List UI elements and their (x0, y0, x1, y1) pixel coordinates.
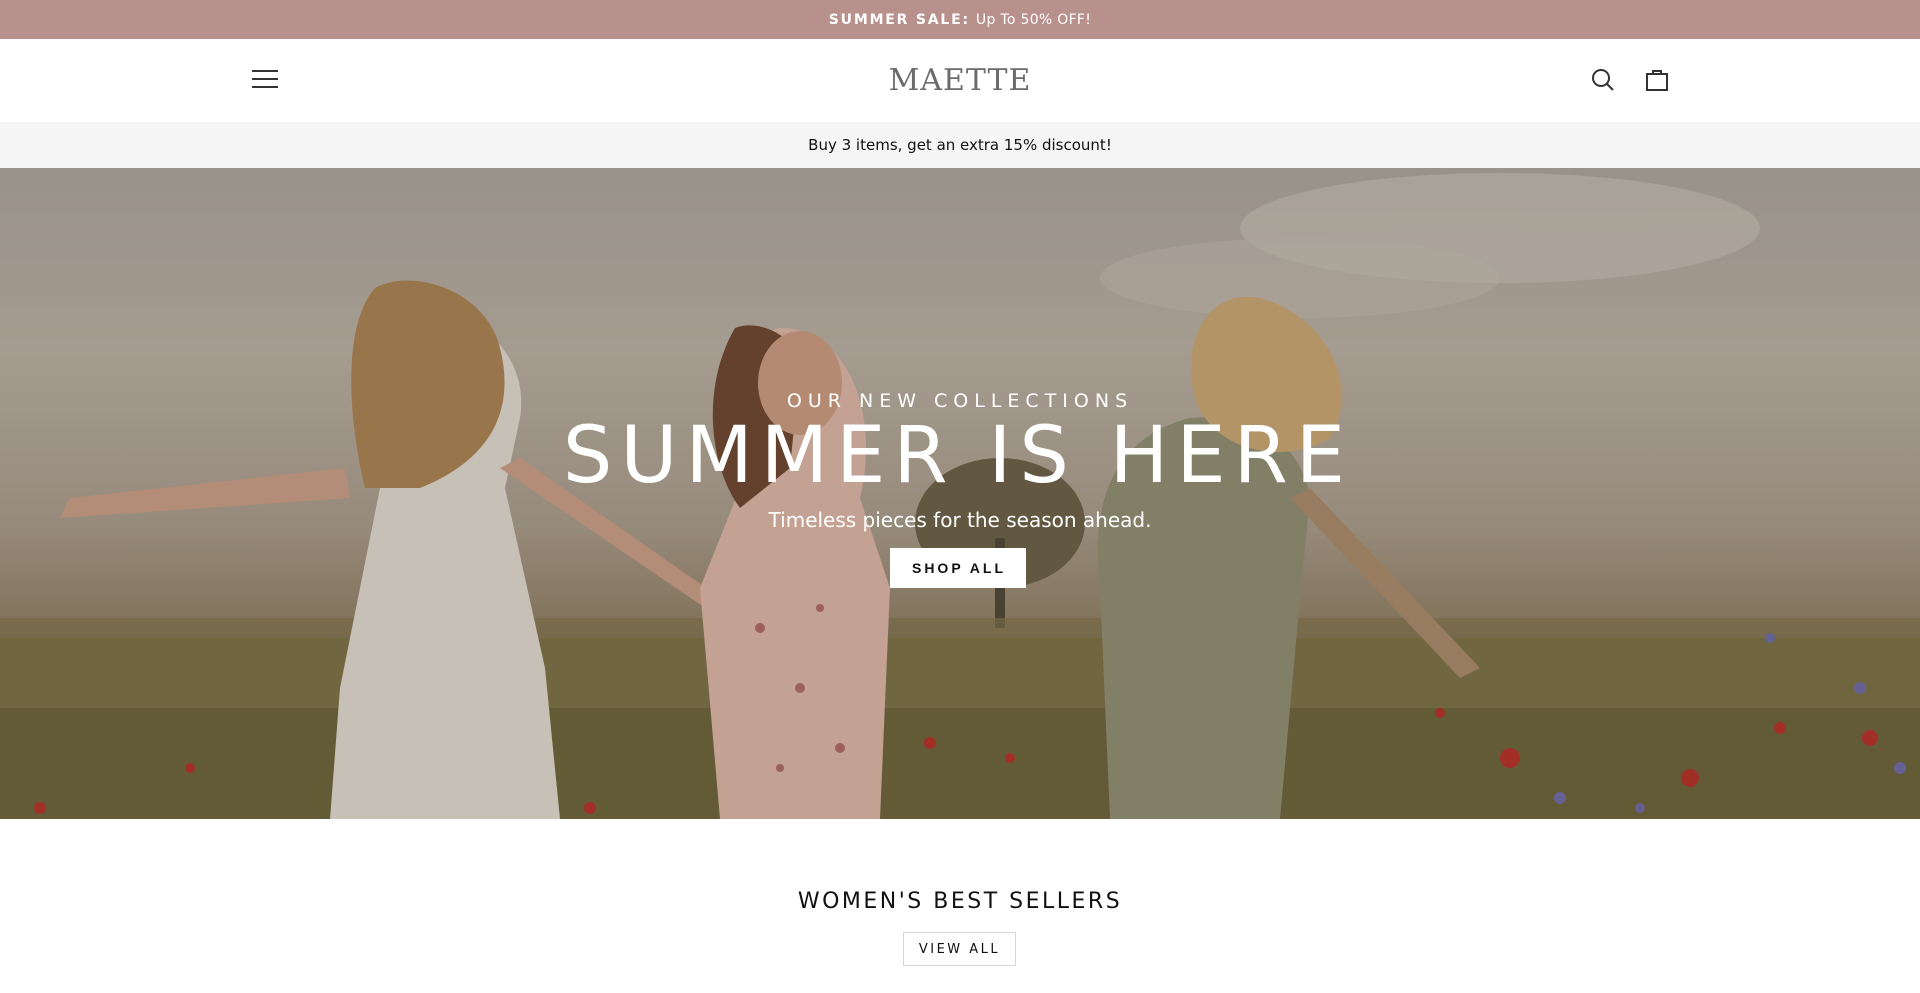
view-all-button[interactable]: VIEW ALL (903, 932, 1016, 966)
hero-subtitle: Timeless pieces for the season ahead. (768, 507, 1152, 532)
announcement-bar[interactable]: SUMMER SALE: Up To 50% OFF! (0, 0, 1920, 39)
promo-text: Buy 3 items, get an extra 15% discount! (808, 136, 1112, 154)
site-header: MAETTE (0, 39, 1920, 122)
search-icon[interactable] (1590, 63, 1616, 97)
promo-bar: Buy 3 items, get an extra 15% discount! (0, 122, 1920, 168)
announcement-bold: SUMMER SALE: (828, 11, 970, 28)
hero-banner: OUR NEW COLLECTIONS SUMMER IS HERE Timel… (0, 168, 1920, 819)
shop-all-button[interactable]: SHOP ALL (889, 547, 1026, 588)
shopping-bag-icon[interactable] (1644, 63, 1670, 97)
menu-icon[interactable] (252, 67, 278, 91)
hero-title: SUMMER IS HERE (562, 411, 1354, 501)
announcement-text: Up To 50% OFF! (975, 11, 1092, 28)
site-logo[interactable]: MAETTE (889, 63, 1032, 98)
hero-content: OUR NEW COLLECTIONS SUMMER IS HERE Timel… (0, 390, 1920, 588)
header-icons (1590, 63, 1670, 97)
hero-eyebrow: OUR NEW COLLECTIONS (786, 390, 1134, 412)
best-sellers-title: WOMEN'S BEST SELLERS (797, 889, 1123, 914)
